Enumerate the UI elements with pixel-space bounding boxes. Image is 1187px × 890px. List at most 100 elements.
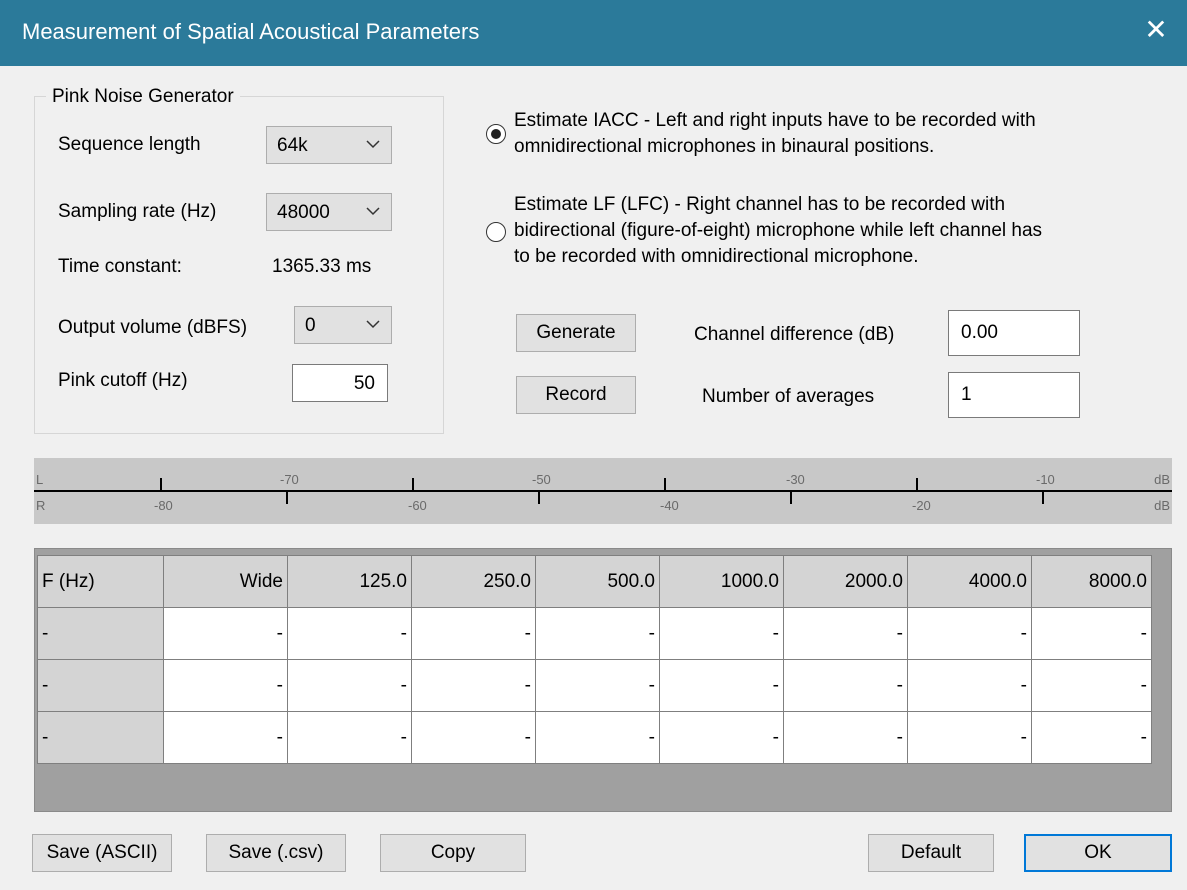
column-header[interactable]: Wide xyxy=(163,555,288,608)
table-cell[interactable]: - xyxy=(907,711,1032,764)
channel-difference-label: Channel difference (dB) xyxy=(694,324,895,345)
meter-tick xyxy=(538,492,540,504)
lf-option-line1: Estimate LF (LFC) - Right channel has to… xyxy=(514,194,1006,215)
close-icon[interactable]: ✕ xyxy=(1139,13,1173,47)
column-header[interactable]: F (Hz) xyxy=(37,555,164,608)
meter-left-unit: dB xyxy=(1154,472,1170,487)
meter-right-label: -40 xyxy=(660,498,679,513)
window-title: Measurement of Spatial Acoustical Parame… xyxy=(22,19,480,44)
column-header[interactable]: 1000.0 xyxy=(659,555,784,608)
row-header[interactable]: - xyxy=(37,607,164,660)
table-cell[interactable]: - xyxy=(1031,607,1152,660)
chevron-down-icon xyxy=(366,320,380,329)
table-cell[interactable]: - xyxy=(783,607,908,660)
table-cell[interactable]: - xyxy=(535,711,660,764)
table-row: - - - - - - - - - xyxy=(37,607,1152,660)
number-of-averages-input[interactable]: 1 xyxy=(948,372,1080,418)
meter-tick xyxy=(664,478,666,490)
table-cell[interactable]: - xyxy=(163,659,288,712)
channel-difference-input[interactable]: 0.00 xyxy=(948,310,1080,356)
level-meter: L R dB dB -70 -50 -30 -10 -80 -60 -40 -2… xyxy=(34,458,1172,524)
radio-selected-dot xyxy=(490,128,501,139)
lf-option-line3: to be recorded with omnidirectional micr… xyxy=(514,246,919,267)
lf-radio[interactable] xyxy=(486,222,506,242)
meter-right-channel-label: R xyxy=(36,498,46,513)
ok-button[interactable]: OK xyxy=(1024,834,1172,872)
table-cell[interactable]: - xyxy=(659,711,784,764)
time-constant-value: 1365.33 ms xyxy=(272,256,372,277)
meter-tick xyxy=(160,478,162,490)
table-header-row: F (Hz) Wide 125.0 250.0 500.0 1000.0 200… xyxy=(37,555,1152,608)
meter-right-label: -60 xyxy=(408,498,427,513)
meter-left-label: -70 xyxy=(280,472,299,487)
results-table: F (Hz) Wide 125.0 250.0 500.0 1000.0 200… xyxy=(37,555,1152,764)
table-cell[interactable]: - xyxy=(907,607,1032,660)
column-header[interactable]: 500.0 xyxy=(535,555,660,608)
generate-button[interactable]: Generate xyxy=(516,314,636,352)
row-header[interactable]: - xyxy=(37,711,164,764)
meter-right-unit: dB xyxy=(1154,498,1170,513)
default-button[interactable]: Default xyxy=(868,834,994,872)
sampling-rate-value: 48000 xyxy=(277,202,330,223)
column-header[interactable]: 250.0 xyxy=(411,555,536,608)
copy-button[interactable]: Copy xyxy=(380,834,526,872)
table-cell[interactable]: - xyxy=(163,607,288,660)
save-csv-button[interactable]: Save (.csv) xyxy=(206,834,346,872)
table-row: - - - - - - - - - xyxy=(37,711,1152,764)
table-cell[interactable]: - xyxy=(535,659,660,712)
table-cell[interactable]: - xyxy=(411,711,536,764)
table-cell[interactable]: - xyxy=(659,659,784,712)
row-header[interactable]: - xyxy=(37,659,164,712)
chevron-down-icon xyxy=(366,207,380,216)
sampling-rate-label: Sampling rate (Hz) xyxy=(58,201,217,222)
column-header[interactable]: 125.0 xyxy=(287,555,412,608)
save-ascii-button[interactable]: Save (ASCII) xyxy=(32,834,172,872)
meter-left-label: -10 xyxy=(1036,472,1055,487)
table-cell[interactable]: - xyxy=(659,607,784,660)
table-cell[interactable]: - xyxy=(535,607,660,660)
sequence-length-value: 64k xyxy=(277,135,308,156)
table-cell[interactable]: - xyxy=(907,659,1032,712)
table-cell[interactable]: - xyxy=(783,711,908,764)
table-cell[interactable]: - xyxy=(1031,711,1152,764)
output-volume-select[interactable]: 0 xyxy=(294,306,392,344)
pink-noise-group-title: Pink Noise Generator xyxy=(46,86,240,108)
meter-left-channel-label: L xyxy=(36,472,44,487)
table-cell[interactable]: - xyxy=(287,659,412,712)
sequence-length-select[interactable]: 64k xyxy=(266,126,392,164)
table-cell[interactable]: - xyxy=(287,607,412,660)
record-button[interactable]: Record xyxy=(516,376,636,414)
iacc-option-line2: omnidirectional microphones in binaural … xyxy=(514,136,935,157)
iacc-radio[interactable] xyxy=(486,124,506,144)
meter-left-label: -50 xyxy=(532,472,551,487)
table-cell[interactable]: - xyxy=(287,711,412,764)
meter-tick xyxy=(916,478,918,490)
table-row: - - - - - - - - - xyxy=(37,659,1152,712)
table-cell[interactable]: - xyxy=(411,607,536,660)
column-header[interactable]: 2000.0 xyxy=(783,555,908,608)
meter-axis xyxy=(34,490,1172,492)
meter-left-label: -30 xyxy=(786,472,805,487)
channel-difference-value: 0.00 xyxy=(961,322,998,343)
number-of-averages-label: Number of averages xyxy=(702,386,875,407)
number-of-averages-value: 1 xyxy=(961,384,972,405)
meter-tick xyxy=(790,492,792,504)
meter-tick xyxy=(1042,492,1044,504)
time-constant-label: Time constant: xyxy=(58,256,182,277)
table-cell[interactable]: - xyxy=(1031,659,1152,712)
iacc-option-line1: Estimate IACC - Left and right inputs ha… xyxy=(514,110,1036,131)
title-bar: Measurement of Spatial Acoustical Parame… xyxy=(0,0,1187,66)
table-cell[interactable]: - xyxy=(163,711,288,764)
meter-tick xyxy=(286,492,288,504)
results-grid: F (Hz) Wide 125.0 250.0 500.0 1000.0 200… xyxy=(34,548,1172,812)
column-header[interactable]: 4000.0 xyxy=(907,555,1032,608)
table-cell[interactable]: - xyxy=(783,659,908,712)
lf-option-line2: bidirectional (figure-of-eight) micropho… xyxy=(514,220,1043,241)
sampling-rate-select[interactable]: 48000 xyxy=(266,193,392,231)
column-header[interactable]: 8000.0 xyxy=(1031,555,1152,608)
pink-cutoff-input[interactable]: 50 xyxy=(292,364,388,402)
pink-cutoff-label: Pink cutoff (Hz) xyxy=(58,370,188,391)
meter-tick xyxy=(412,478,414,490)
table-cell[interactable]: - xyxy=(411,659,536,712)
pink-cutoff-value: 50 xyxy=(353,373,375,394)
